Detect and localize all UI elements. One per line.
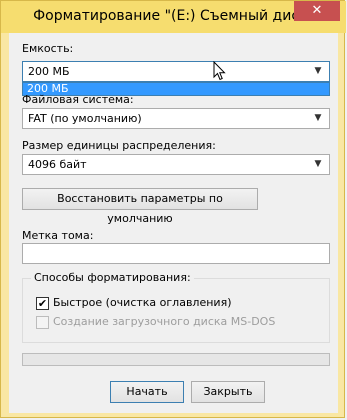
format-dialog: Форматирование "(E:) Съемный диск" ✕ Емк… (0, 0, 346, 418)
close-icon: ✕ (311, 3, 323, 18)
capacity-select[interactable]: 200 МБ ▼ (22, 61, 330, 82)
capacity-selected-value: 200 МБ (28, 65, 70, 78)
allocation-select[interactable]: 4096 байт ▼ (22, 154, 330, 175)
title-bar[interactable]: Форматирование "(E:) Съемный диск" ✕ (1, 1, 346, 33)
quick-format-checkbox[interactable]: ✔ (36, 297, 49, 310)
msdos-boot-checkbox (36, 316, 49, 329)
msdos-boot-label: Создание загрузочного диска MS-DOS (53, 315, 276, 328)
checkmark-icon: ✔ (37, 297, 48, 310)
restore-defaults-button[interactable]: Восстановить параметры по умолчанию (22, 188, 258, 225)
format-options-legend: Способы форматирования: (31, 271, 194, 284)
filesystem-label: Файловая система: (22, 93, 134, 106)
start-button[interactable]: Начать (110, 381, 184, 403)
quick-format-label: Быстрое (очистка оглавления) (53, 296, 232, 309)
dialog-body: Емкость: 200 МБ ▼ 200 МБ Файловая систем… (9, 33, 338, 413)
allocation-selected-value: 4096 байт (28, 158, 87, 171)
allocation-label: Размер единицы распределения: (22, 139, 216, 152)
filesystem-selected-value: FAT (по умолчанию) (28, 112, 142, 125)
chevron-down-icon: ▼ (314, 113, 322, 123)
capacity-label: Емкость: (22, 42, 74, 55)
close-button[interactable]: Закрыть (191, 381, 265, 403)
chevron-down-icon: ▼ (314, 66, 322, 76)
volume-label-label: Метка тома: (22, 229, 94, 242)
chevron-down-icon: ▼ (314, 159, 322, 169)
format-progress-bar (22, 353, 330, 366)
close-window-button[interactable]: ✕ (294, 1, 340, 21)
format-options-group (22, 278, 330, 343)
volume-label-input[interactable] (22, 243, 330, 264)
filesystem-select[interactable]: FAT (по умолчанию) ▼ (22, 108, 330, 129)
mouse-cursor-icon (213, 61, 226, 81)
